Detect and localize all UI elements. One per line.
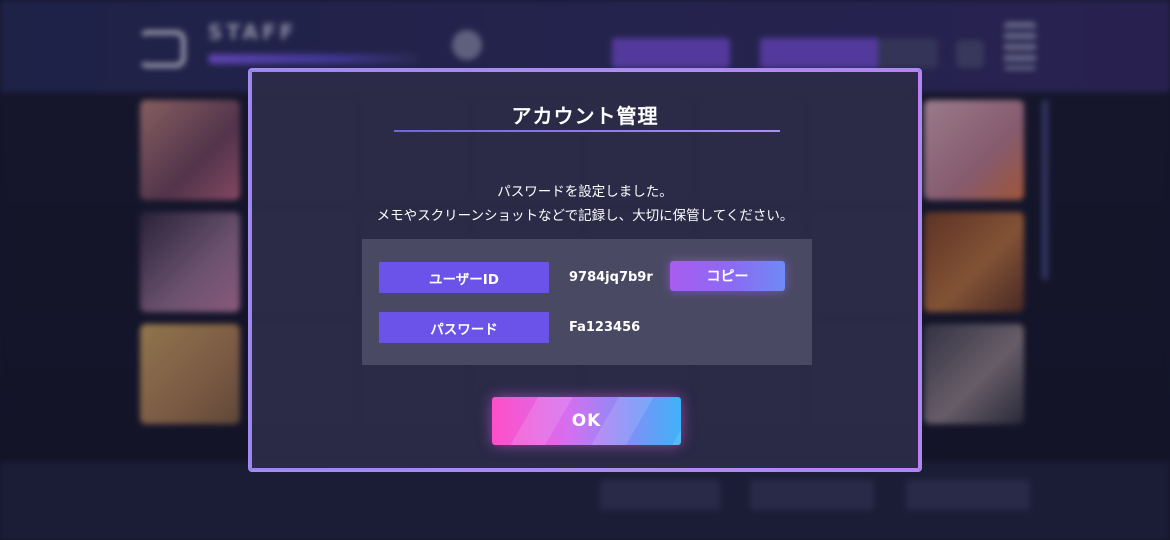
dialog-message-line2: メモやスクリーンショットなどで記録し、大切に保管してください。 — [376, 208, 794, 224]
credentials-panel: ユーザーID 9784jq7b9r コピー パスワード Fa123456 — [362, 239, 812, 365]
copy-button[interactable]: コピー — [670, 261, 785, 291]
account-management-dialog: アカウント管理 パスワードを設定しました。 メモやスクリーンショットなどで記録し… — [250, 70, 920, 470]
password-label: パスワード — [379, 312, 549, 343]
dialog-message-line1: パスワードを設定しました。 — [497, 184, 673, 200]
title-underline — [394, 130, 780, 132]
user-id-value: 9784jq7b9r — [569, 270, 653, 285]
dialog-title: アカウント管理 — [511, 104, 659, 128]
ok-button[interactable]: OK — [492, 397, 681, 445]
password-value: Fa123456 — [569, 320, 641, 335]
user-id-label: ユーザーID — [379, 262, 549, 293]
